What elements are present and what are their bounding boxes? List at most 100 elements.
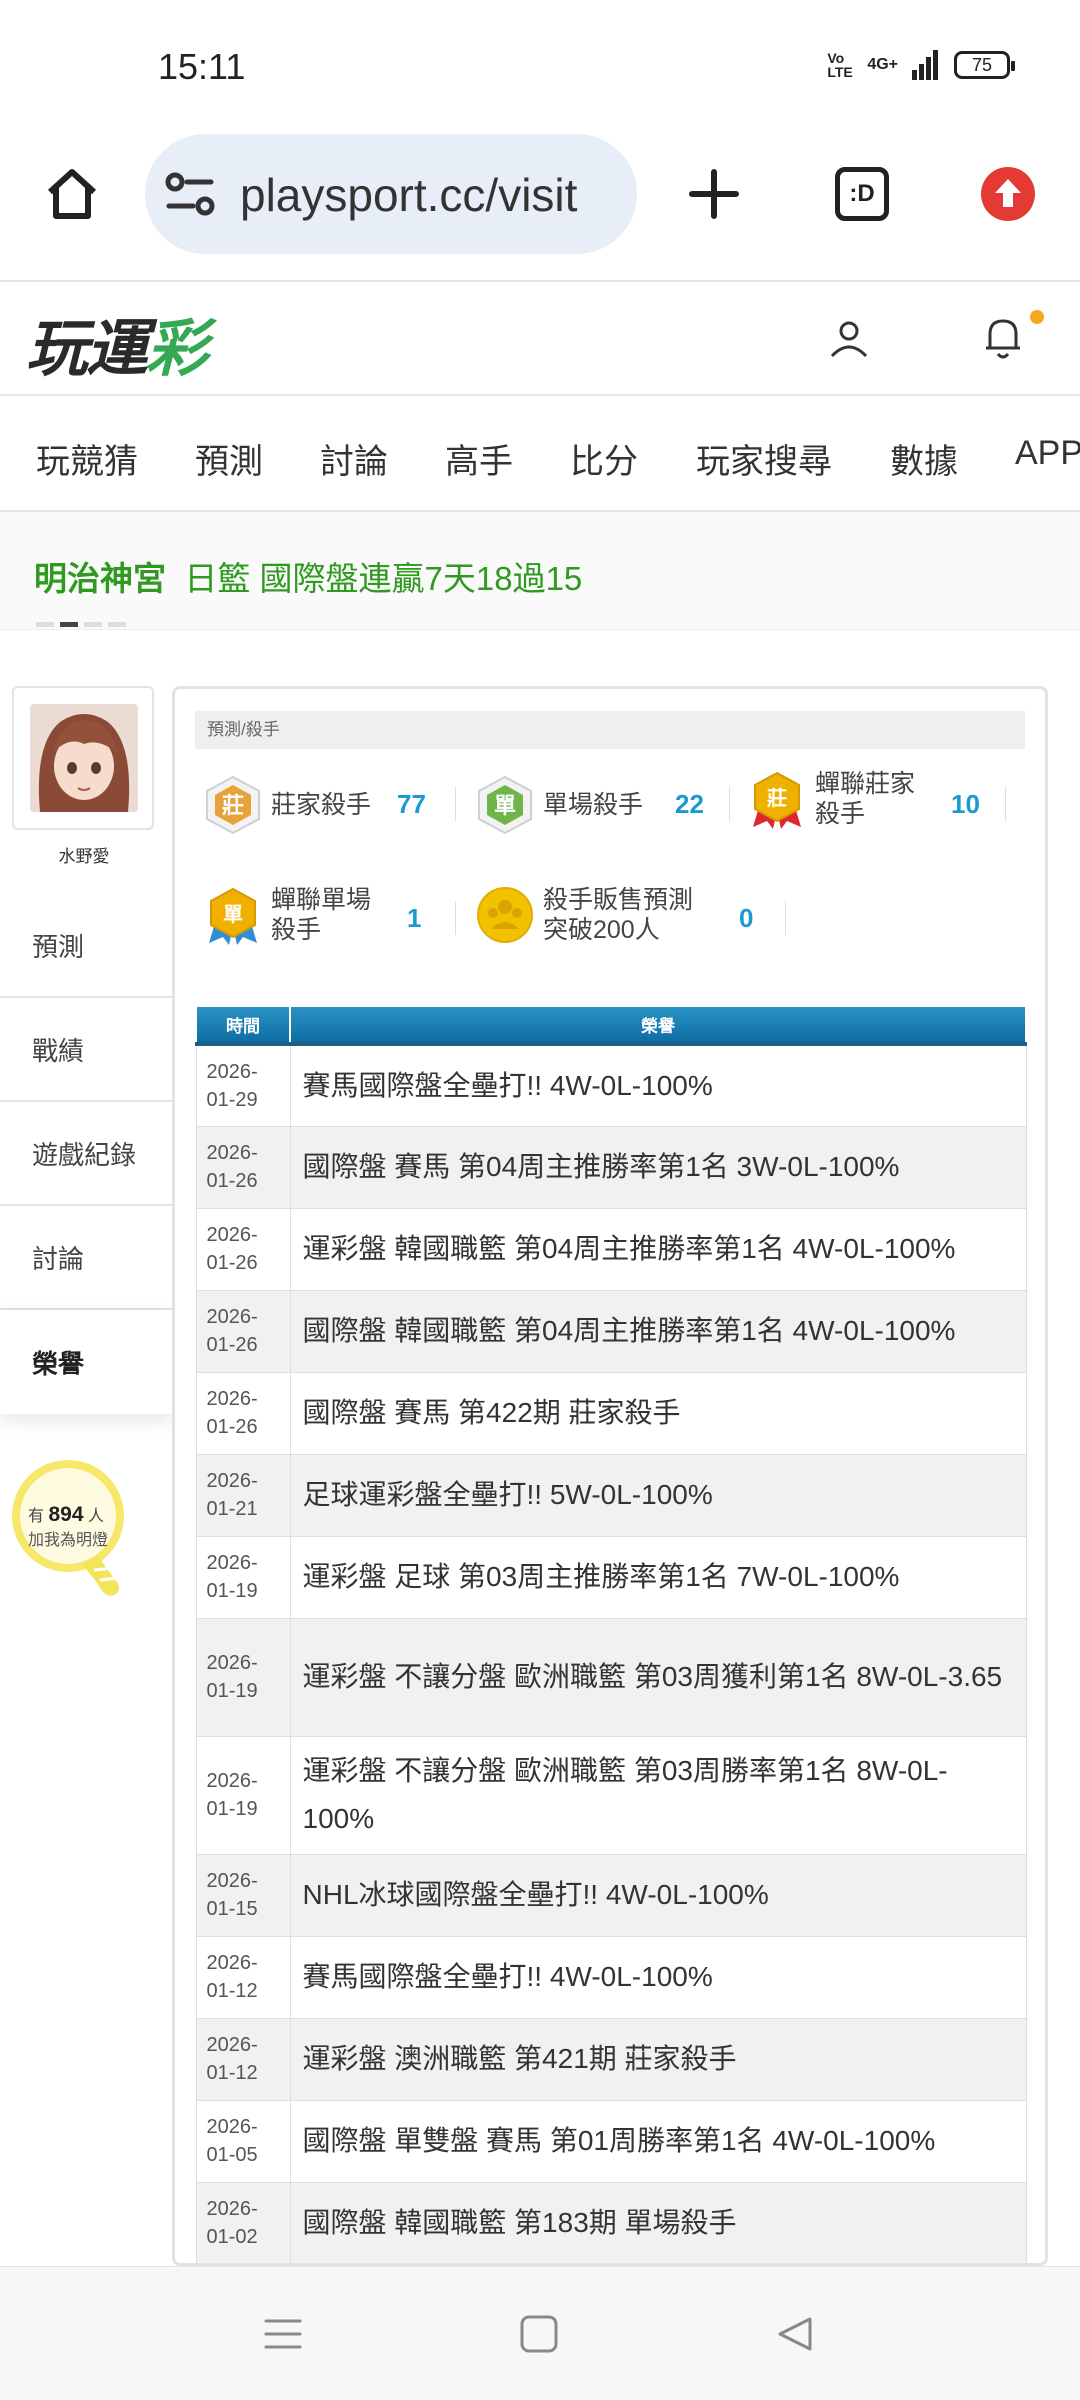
home-button[interactable] [38, 160, 106, 228]
nav-item[interactable]: 玩競猜 [36, 434, 138, 483]
fan-count-line: 有 894 人 [28, 1503, 104, 1526]
news-ticker[interactable]: 明治神宮 日籃 國際盤連贏7天18過15 [0, 512, 1080, 630]
row-date: 2026- 01-26 [195, 1371, 291, 1455]
logo-text-accent: 彩 [146, 312, 208, 385]
badge-consecutive-banker[interactable]: 莊 蟬聯莊家 殺手 [747, 769, 915, 829]
table-row: 2026- 01-26 國際盤 賽馬 第422期 莊家殺手 [195, 1371, 1027, 1455]
sidebar-item-honors[interactable]: 榮譽 [0, 1310, 172, 1414]
table-header-row: 時間 榮譽 [195, 1005, 1027, 1046]
fan-count: 894 [48, 1503, 84, 1526]
sidebar-item-predictions[interactable]: 預測 [0, 894, 172, 998]
badge-count: 10 [951, 789, 980, 819]
nav-item[interactable]: 比分 [570, 434, 638, 483]
badge-banker-killer[interactable]: 莊 莊家殺手 [203, 775, 371, 835]
svg-text:單: 單 [494, 794, 516, 819]
nav-item[interactable]: 討論 [320, 434, 388, 483]
badge-count: 0 [739, 903, 754, 933]
badge-consecutive-single[interactable]: 單 蟬聯單場 殺手 [203, 885, 371, 945]
browser-toolbar: playsport.cc/visit :D [0, 130, 1080, 280]
badge-single-killer[interactable]: 單 單場殺手 [475, 775, 643, 835]
table-row: 2026- 01-26 運彩盤 韓國職籃 第04周主推勝率第1名 4W-0L-100… [195, 1207, 1027, 1291]
back-icon[interactable] [774, 2313, 816, 2355]
status-time: 15:11 [158, 46, 246, 87]
profile-sidebar: 水野愛 預測 戰績 遊戲紀錄 討論 榮譽 有 894 人 加我為明燈 [0, 686, 172, 2266]
bell-icon[interactable] [978, 312, 1028, 364]
nav-item[interactable]: 數據 [890, 434, 958, 483]
upload-arrow-icon [981, 167, 1035, 221]
status-icons: Vo LTE 4G+ 75 [827, 50, 1015, 80]
table-row: 2026- 01-05 國際盤 單雙盤 賽馬 第01周勝率第1名 4W-0L-100… [195, 2099, 1027, 2183]
row-honor: 足球運彩盤全壘打!! 5W-0L-100% [289, 1453, 1027, 1537]
signal-icon [912, 50, 938, 80]
tab-count: :D [835, 167, 889, 221]
fan-caption: 加我為明燈 [28, 1532, 109, 1549]
badge-count: 1 [407, 903, 422, 933]
ticker-dots [36, 622, 126, 627]
new-tab-button[interactable] [680, 160, 748, 228]
honors-panel: 預測/殺手 莊 莊家殺手 77 單 單場殺手 22 莊 蟬聯莊家 殺手 10 單… [172, 686, 1048, 2266]
volte-icon: Vo LTE [827, 50, 853, 80]
site-logo[interactable]: 玩運彩 [26, 298, 208, 388]
badge-sales[interactable]: 殺手販售預測 突破200人 [475, 885, 693, 945]
table-row: 2026- 01-21 足球運彩盤全壘打!! 5W-0L-100% [195, 1453, 1027, 1537]
sidebar-item-record[interactable]: 戰績 [0, 998, 172, 1102]
row-date: 2026- 01-26 [195, 1125, 291, 1209]
main-nav: 玩競猜 預測 討論 高手 比分 玩家搜尋 數據 APP [0, 396, 1080, 512]
row-honor: 國際盤 賽馬 第04周主推勝率第1名 3W-0L-100% [289, 1125, 1027, 1209]
row-date: 2026- 01-15 [195, 1853, 291, 1937]
row-honor: 國際盤 單雙盤 賽馬 第01周勝率第1名 4W-0L-100% [289, 2099, 1027, 2183]
user-name[interactable]: 水野愛 [0, 842, 168, 867]
badge-label: 莊家殺手 [271, 791, 372, 819]
ticker-team: 明治神宮 [34, 560, 166, 597]
row-honor: 運彩盤 不讓分盤 歐洲職籃 第03周獲利第1名 8W-0L-3.65 [289, 1617, 1027, 1737]
row-date: 2026- 01-19 [195, 1735, 291, 1855]
row-honor: 運彩盤 足球 第03周主推勝率第1名 7W-0L-100% [289, 1535, 1027, 1619]
row-date: 2026- 01-12 [195, 1935, 291, 2019]
fan-counter[interactable]: 有 894 人 加我為明燈 [10, 1456, 160, 1606]
system-nav-bar [0, 2266, 1080, 2400]
breadcrumb: 預測/殺手 [195, 711, 1025, 749]
badge-count: 77 [397, 789, 426, 819]
row-date: 2026- 01-26 [195, 1289, 291, 1373]
nav-item[interactable]: 預測 [195, 434, 263, 483]
site-settings-icon[interactable] [165, 170, 215, 218]
svg-text:莊: 莊 [222, 794, 244, 819]
sidebar-item-discussion[interactable]: 討論 [0, 1206, 172, 1310]
ticker-message: 日籃 國際盤連贏7天18過15 [184, 560, 583, 597]
menu-icon[interactable] [262, 2313, 304, 2355]
table-row: 2026- 01-12 運彩盤 澳洲職籃 第421期 莊家殺手 [195, 2017, 1027, 2101]
column-header-date: 時間 [195, 1005, 291, 1046]
nav-item[interactable]: APP [1015, 434, 1080, 473]
sidebar-item-game-log[interactable]: 遊戲紀錄 [0, 1102, 172, 1206]
ticker-text: 明治神宮 日籃 國際盤連贏7天18過15 [34, 552, 582, 600]
svg-text:單: 單 [223, 902, 243, 926]
row-date: 2026- 01-21 [195, 1453, 291, 1537]
logo-text: 玩運 [26, 312, 148, 385]
user-icon[interactable] [826, 316, 872, 362]
row-date: 2026- 01-05 [195, 2099, 291, 2183]
table-row: 2026- 01-19 運彩盤 足球 第03周主推勝率第1名 7W-0L-100% [195, 1535, 1027, 1619]
honors-table: 時間 榮譽 2026- 01-29 賽馬國際盤全壘打!! 4W-0L-100% 202… [195, 1005, 1027, 2263]
table-row: 2026- 01-26 國際盤 韓國職籃 第04周主推勝率第1名 4W-0L-100… [195, 1289, 1027, 1373]
url-text: playsport.cc/visit [240, 169, 578, 221]
nav-item[interactable]: 玩家搜尋 [696, 434, 832, 483]
status-bar: 15:11 Vo LTE 4G+ 75 [0, 0, 1080, 130]
table-row: 2026- 01-26 國際盤 賽馬 第04周主推勝率第1名 3W-0L-100% [195, 1125, 1027, 1209]
row-date: 2026- 01-19 [195, 1617, 291, 1737]
battery-icon: 75 [954, 51, 1015, 79]
nav-item[interactable]: 高手 [445, 434, 513, 483]
tab-switcher-button[interactable]: :D [828, 160, 896, 228]
table-row: 2026- 01-29 賽馬國際盤全壘打!! 4W-0L-100% [195, 1043, 1027, 1127]
site-header: 玩運彩 [0, 280, 1080, 396]
row-honor: 國際盤 韓國職籃 第04周主推勝率第1名 4W-0L-100% [289, 1289, 1027, 1373]
row-date: 2026- 01-19 [195, 1535, 291, 1619]
address-bar[interactable]: playsport.cc/visit [145, 134, 637, 254]
row-date: 2026- 01-29 [195, 1043, 291, 1127]
home-square-icon[interactable] [518, 2313, 560, 2355]
notification-dot [1030, 310, 1044, 324]
badge-label: 蟬聯單場 殺手 [271, 886, 372, 944]
update-button[interactable] [974, 160, 1042, 228]
row-date: 2026- 01-02 [195, 2181, 291, 2263]
sales-badge-icon [477, 887, 533, 943]
avatar-card[interactable] [12, 686, 154, 830]
